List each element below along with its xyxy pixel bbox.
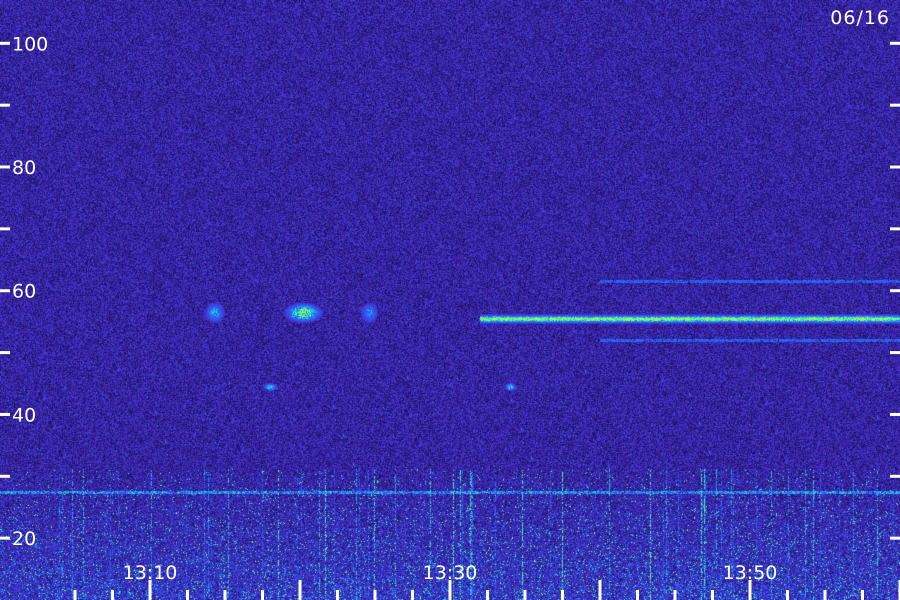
- x-tick-label: 13:30: [423, 562, 478, 584]
- y-tick-label: 40: [12, 404, 36, 426]
- x-tick-label: 13:50: [723, 562, 778, 584]
- x-tick-label: 13:10: [123, 562, 178, 584]
- y-tick-label: 20: [12, 528, 36, 550]
- x-axis-ticks: 13:10 13:30 13:50: [73, 562, 900, 600]
- y-tick-label: 60: [12, 281, 36, 303]
- spectrogram-chart: 100 80 60 40 20 13:10 13:30 13:50 06/16: [0, 0, 900, 600]
- y-axis-ticks: 100 80 60 40 20: [0, 33, 900, 550]
- chart-axes-overlay: 100 80 60 40 20 13:10 13:30 13:50 06/16: [0, 7, 900, 600]
- y-tick-label: 100: [12, 33, 48, 55]
- y-tick-label: 80: [12, 157, 36, 179]
- date-label: 06/16: [830, 7, 890, 29]
